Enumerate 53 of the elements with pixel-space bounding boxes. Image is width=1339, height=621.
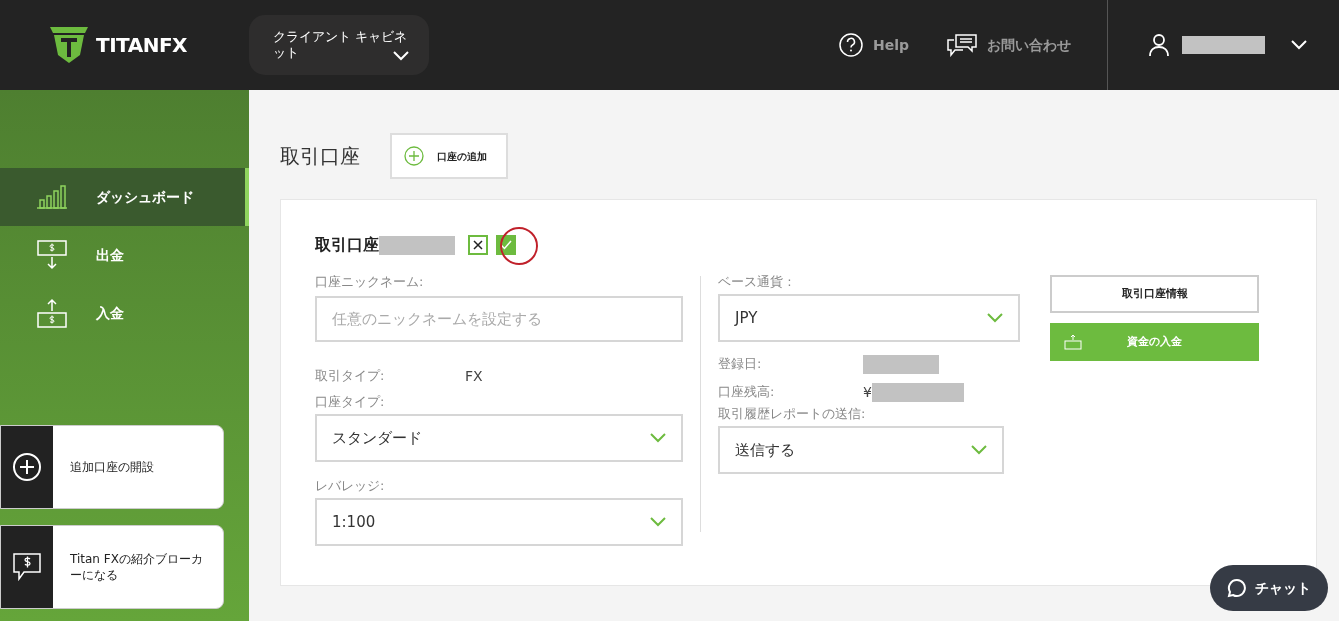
help-icon bbox=[838, 33, 863, 57]
account-title: 取引口座 bbox=[315, 234, 379, 256]
field-label: 取引タイプ: bbox=[315, 368, 386, 384]
chevron-down-icon bbox=[971, 445, 987, 455]
money-up-icon bbox=[37, 298, 67, 328]
account-info-button[interactable]: 取引口座情報 bbox=[1050, 275, 1259, 313]
sidebar-item[interactable]: 出金 bbox=[0, 226, 249, 284]
confirm-button[interactable] bbox=[496, 235, 516, 255]
user-icon bbox=[1148, 33, 1170, 57]
user-menu[interactable] bbox=[1148, 33, 1307, 57]
sidebar-card[interactable]: 追加口座の開設 bbox=[0, 425, 224, 509]
money-up-icon bbox=[1064, 334, 1082, 350]
speech-bubble-icon bbox=[1227, 578, 1247, 598]
nickname-field[interactable]: 任意のニックネームを設定する bbox=[315, 296, 683, 342]
field-label: 口座ニックネーム: bbox=[315, 274, 425, 290]
field-label: 口座タイプ: bbox=[315, 394, 386, 410]
chat-button[interactable]: チャット bbox=[1210, 565, 1328, 611]
money-down-icon bbox=[37, 240, 67, 270]
select-field[interactable]: 送信する bbox=[718, 426, 1004, 474]
sidebar-item[interactable]: 入金 bbox=[0, 284, 249, 342]
chevron-down-icon bbox=[650, 433, 666, 443]
plus-circle-icon bbox=[12, 452, 42, 482]
plus-circle-icon bbox=[404, 146, 424, 166]
field-value: FX bbox=[465, 366, 483, 386]
annotation-circle bbox=[499, 226, 539, 266]
field-label: 取引履歴レポートの送信: bbox=[718, 406, 867, 422]
field-label: 登録日: bbox=[718, 356, 763, 372]
chevron-down-icon bbox=[987, 313, 1003, 323]
select-field[interactable]: スタンダード bbox=[315, 414, 683, 462]
check-icon bbox=[500, 240, 512, 250]
help-link[interactable]: Help bbox=[838, 33, 909, 57]
chevron-down-icon bbox=[1291, 40, 1307, 50]
bar-chart-icon bbox=[36, 185, 68, 209]
cabinet-menu[interactable]: クライアント キャビネット bbox=[249, 15, 429, 75]
select-field[interactable]: JPY bbox=[718, 294, 1020, 342]
field-label: ベース通貨 : bbox=[718, 274, 793, 290]
contact-link[interactable]: お問い合わせ bbox=[947, 33, 1071, 57]
currency-sign: ¥ bbox=[863, 382, 872, 402]
select-field[interactable]: 1:100 bbox=[315, 498, 683, 546]
page-title: 取引口座 bbox=[280, 143, 360, 170]
sidebar-item[interactable]: ダッシュボード bbox=[0, 168, 249, 226]
field-label: 口座残高: bbox=[718, 384, 776, 400]
logo-text: TITANFX bbox=[96, 32, 187, 59]
chevron-down-icon bbox=[650, 517, 666, 527]
field-label: レバレッジ: bbox=[315, 478, 386, 494]
sidebar-card[interactable]: Titan FXの紹介ブローカーになる bbox=[0, 525, 224, 609]
dollar-speech-icon bbox=[12, 552, 42, 582]
chat-bubbles-icon bbox=[947, 33, 977, 57]
shield-logo-icon bbox=[50, 27, 88, 63]
chevron-down-icon bbox=[393, 51, 409, 61]
cancel-button[interactable] bbox=[468, 235, 488, 255]
add-account-button[interactable]: 口座の追加 bbox=[390, 133, 508, 179]
close-icon bbox=[473, 240, 483, 250]
